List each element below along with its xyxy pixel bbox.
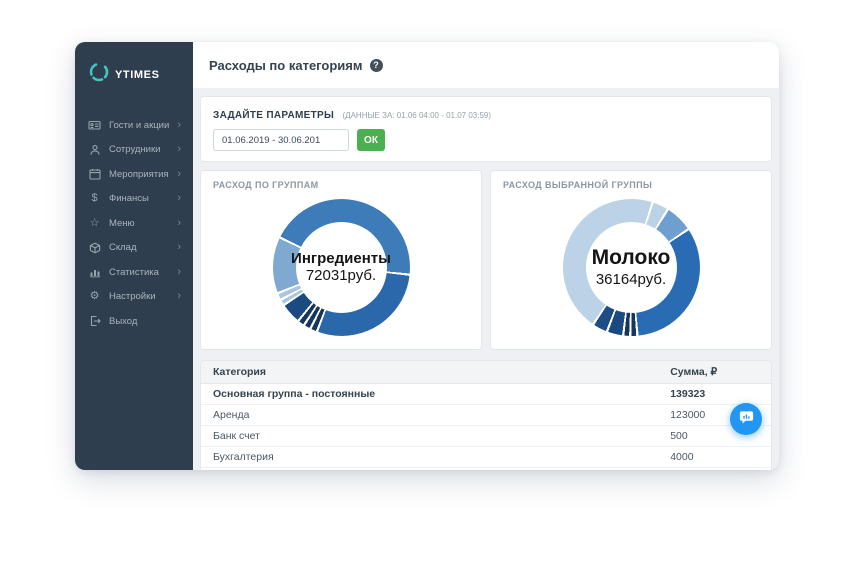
donut-center-label: Молоко (591, 246, 671, 270)
chevron-right-icon: › (177, 265, 181, 278)
sidebar-item-employees[interactable]: Сотрудники › (75, 138, 193, 163)
category-cell: Аренда (201, 404, 659, 426)
categories-table: Категория Сумма, ₽ Основная группа - пос… (201, 361, 771, 470)
chart-title: РАСХОД ВЫБРАННОЙ ГРУППЫ (503, 180, 653, 190)
star-icon: ☆ (89, 216, 100, 229)
parameters-panel: ЗАДАЙТЕ ПАРАМЕТРЫ (ДАННЫЕ ЗА: 01.06 04:0… (200, 96, 772, 162)
amount-cell: 139323 (658, 383, 771, 405)
sidebar-item-label: Сотрудники (109, 144, 161, 156)
chevron-right-icon: › (177, 216, 181, 229)
sidebar-item-label: Склад (109, 242, 137, 254)
charts-row: РАСХОД ПО ГРУППАМ Ингредиенты 72031руб. … (200, 170, 772, 350)
table-row[interactable]: Основная группа - постоянные 139323 (201, 383, 771, 405)
groups-donut-chart[interactable]: Ингредиенты 72031руб. (272, 199, 410, 336)
sidebar-item-settings[interactable]: ⚙ Настройки › (75, 285, 193, 310)
box-icon (88, 242, 101, 254)
sidebar-item-label: Статистика (109, 266, 159, 278)
logout-icon (88, 315, 101, 327)
chart-title: РАСХОД ПО ГРУППАМ (213, 180, 319, 190)
dollar-icon: $ (91, 192, 98, 205)
sidebar-item-warehouse[interactable]: Склад › (75, 236, 193, 261)
ytimes-logo-icon (87, 60, 111, 89)
chevron-right-icon: › (177, 192, 181, 205)
sidebar-item-events[interactable]: Мероприятия › (75, 162, 193, 187)
category-cell: Банк счет (201, 425, 659, 447)
main-area: Расходы по категориям ? ЗАДАЙТЕ ПАРАМЕТР… (193, 42, 779, 470)
sidebar-nav: Гости и акции › Сотрудники › Мероприятия… (75, 113, 193, 334)
table-row[interactable]: Аренда 123000 (201, 404, 771, 426)
category-cell: Бухгалтерия (201, 446, 659, 468)
ok-button[interactable]: ОК (357, 129, 385, 151)
sidebar-item-guests[interactable]: Гости и акции › (75, 113, 193, 138)
table-row[interactable]: ВОИС 1160 (201, 467, 771, 470)
categories-table-card: Категория Сумма, ₽ Основная группа - пос… (200, 360, 772, 470)
sidebar-item-label: Мероприятия (109, 168, 169, 180)
amount-cell: 4000 (658, 446, 771, 468)
sidebar-item-label: Меню (109, 217, 135, 229)
sidebar: YTIMES Гости и акции › Сотрудники › Меро… (75, 42, 193, 470)
bar-chart-icon (88, 266, 101, 278)
sidebar-item-label: Гости и акции (109, 119, 170, 131)
chevron-right-icon: › (177, 241, 181, 254)
table-row[interactable]: Бухгалтерия 4000 (201, 446, 771, 468)
parameters-data-range-note: (ДАННЫЕ ЗА: 01.06 04:00 - 01.07 03:59) (342, 111, 492, 120)
sidebar-item-finance[interactable]: $ Финансы › (75, 187, 193, 212)
donut-center: Молоко 36164руб. (585, 222, 677, 313)
page-title: Расходы по категориям (209, 57, 363, 73)
column-header-amount[interactable]: Сумма, ₽ (658, 361, 771, 384)
date-range-input[interactable] (213, 129, 349, 151)
chevron-right-icon: › (177, 143, 181, 156)
sidebar-item-statistics[interactable]: Статистика › (75, 260, 193, 285)
chat-widget-button[interactable] (730, 403, 762, 435)
donut-center: Ингредиенты 72031руб. (291, 222, 391, 313)
donut-center-label: Ингредиенты (291, 249, 391, 267)
selected-group-donut-chart[interactable]: Молоко 36164руб. (562, 199, 700, 336)
sidebar-item-menu[interactable]: ☆ Меню › (75, 211, 193, 236)
chevron-right-icon: › (177, 167, 181, 180)
calendar-icon (88, 168, 101, 180)
category-cell: ВОИС (201, 467, 659, 470)
logo: YTIMES (75, 52, 193, 99)
groups-expense-card: РАСХОД ПО ГРУППАМ Ингредиенты 72031руб. (200, 170, 482, 350)
column-header-category[interactable]: Категория (201, 361, 659, 384)
page-header: Расходы по категориям ? (193, 42, 779, 88)
donut-center-value: 72031руб. (305, 267, 377, 285)
app-window: YTIMES Гости и акции › Сотрудники › Меро… (75, 42, 779, 470)
sidebar-item-label: Выход (109, 315, 138, 327)
chat-bubble-chart-icon (738, 409, 755, 429)
table-row[interactable]: Банк счет 500 (201, 425, 771, 447)
gear-icon: ⚙ (89, 290, 100, 303)
parameters-label: ЗАДАЙТЕ ПАРАМЕТРЫ (213, 110, 335, 121)
chevron-right-icon: › (177, 118, 181, 131)
sidebar-item-label: Настройки (109, 291, 156, 303)
category-cell: Основная группа - постоянные (201, 383, 659, 405)
donut-center-value: 36164руб. (595, 270, 667, 288)
content: ЗАДАЙТЕ ПАРАМЕТРЫ (ДАННЫЕ ЗА: 01.06 04:0… (193, 88, 779, 470)
help-icon[interactable]: ? (369, 58, 383, 72)
id-card-icon (88, 119, 101, 131)
sidebar-item-logout[interactable]: Выход (75, 309, 193, 334)
selected-group-expense-card: РАСХОД ВЫБРАННОЙ ГРУППЫ Молоко 36164руб. (490, 170, 772, 350)
chevron-right-icon: › (177, 290, 181, 303)
amount-cell: 1160 (658, 467, 771, 470)
logo-text: YTIMES (115, 68, 160, 81)
person-icon (88, 144, 101, 156)
sidebar-item-label: Финансы (109, 193, 149, 205)
